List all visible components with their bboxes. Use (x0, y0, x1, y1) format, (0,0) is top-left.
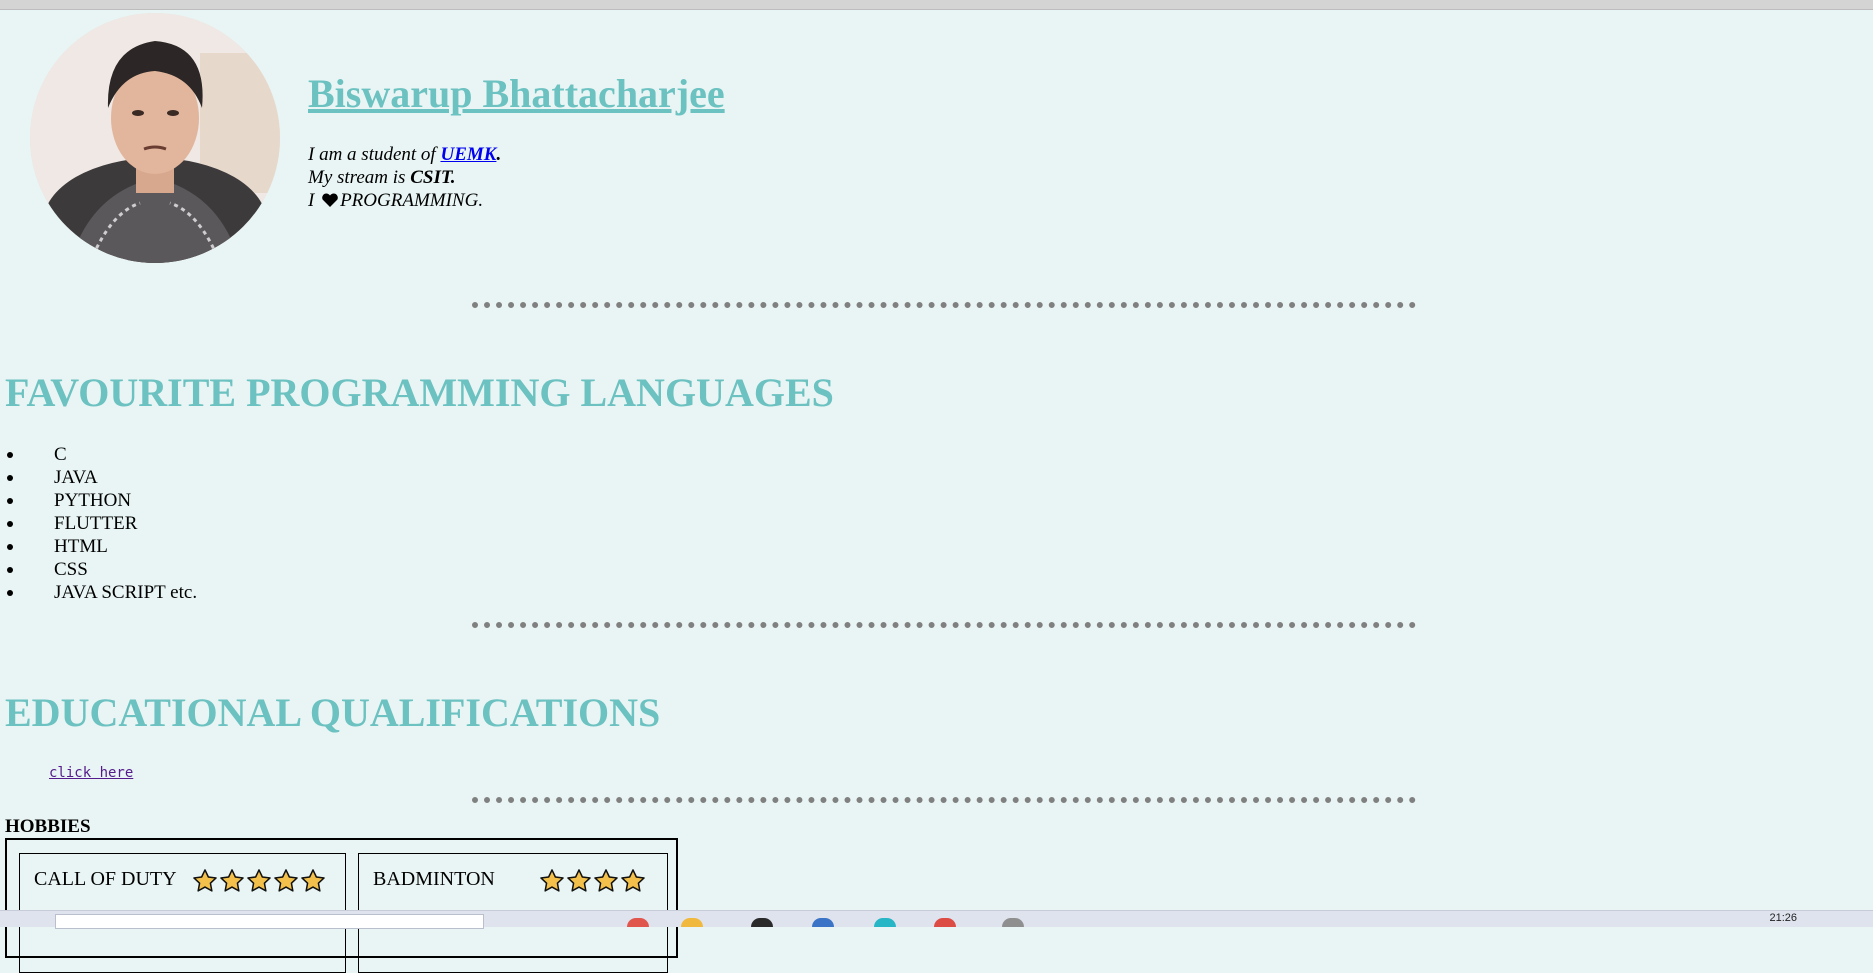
intro-student-suffix: . (496, 144, 502, 165)
list-item: JAVA SCRIPT etc. (6, 582, 198, 603)
stream-value: CSIT. (410, 167, 456, 188)
star-icon (594, 869, 618, 892)
education-click-link[interactable]: click here (49, 765, 133, 781)
star-icon (567, 869, 591, 892)
star-icon (621, 869, 645, 892)
list-item: PYTHON (6, 489, 197, 512)
hobby-rating (192, 868, 326, 894)
list-item: C (6, 443, 197, 466)
list-item: JAVA (6, 466, 197, 489)
heart-icon (321, 191, 339, 214)
list-item: FLUTTER (6, 512, 197, 535)
intro-love-prefix: I (308, 190, 320, 211)
star-icon (193, 869, 217, 892)
profile-photo-art (30, 13, 280, 263)
taskbar-search-field[interactable] (55, 914, 484, 929)
hobby-label: CALL OF DUTY (34, 868, 177, 890)
hobby-label: BADMINTON (373, 868, 495, 890)
star-icon (301, 869, 325, 892)
intro-text: I am a student of UEMK. My stream is CSI… (308, 143, 501, 214)
browser-top-edge (0, 0, 1873, 10)
star-icon (220, 869, 244, 892)
languages-heading: FAVOURITE PROGRAMMING LANGUAGES (5, 370, 834, 415)
education-heading: EDUCATIONAL QUALIFICATIONS (5, 690, 661, 735)
taskbar-clock: 21:26 (1769, 912, 1797, 924)
star-icon (274, 869, 298, 892)
profile-name-link[interactable]: Biswarup Bhattacharjee (308, 70, 725, 117)
list-item: HTML (6, 535, 197, 558)
section-divider (472, 622, 1416, 628)
languages-list: C JAVA PYTHON FLUTTER HTML CSS JAVA SCRI… (6, 443, 198, 604)
hobby-rating (539, 868, 646, 894)
intro-line-programming: I PROGRAMMING. (308, 189, 501, 214)
star-icon (247, 869, 271, 892)
intro-love-suffix: PROGRAMMING. (340, 190, 484, 211)
profile-photo (30, 13, 280, 263)
star-icon (540, 869, 564, 892)
intro-stream-prefix: My stream is (308, 167, 411, 188)
hobbies-heading: HOBBIES (5, 816, 91, 837)
section-divider (472, 797, 1416, 803)
hobbies-container: CALL OF DUTY BADMINTON (5, 838, 678, 973)
intro-line-stream: My stream is CSIT. (308, 166, 501, 189)
intro-line-student: I am a student of UEMK. (308, 143, 501, 166)
taskbar: 21:26 (0, 910, 1873, 929)
section-divider (472, 302, 1416, 308)
portfolio-page: Biswarup Bhattacharjee I am a student of… (0, 10, 1873, 973)
college-link[interactable]: UEMK (440, 144, 496, 165)
intro-student-prefix: I am a student of (308, 144, 441, 165)
list-item: CSS (6, 558, 197, 581)
